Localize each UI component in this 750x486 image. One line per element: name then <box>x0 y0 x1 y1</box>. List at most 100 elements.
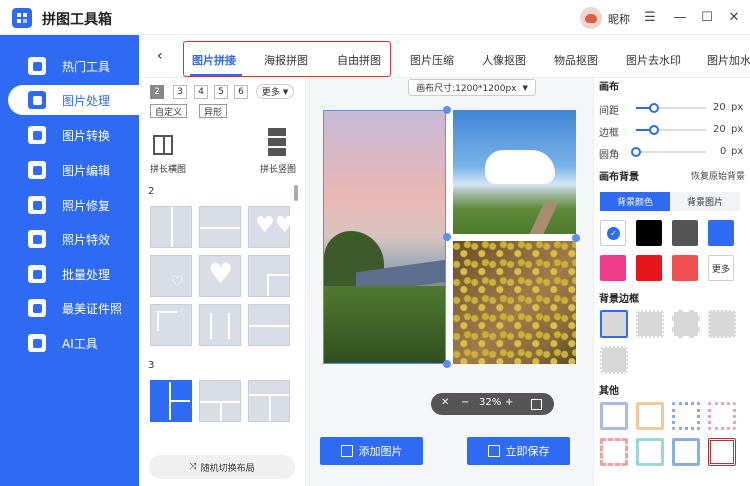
border-style-option[interactable] <box>636 310 664 338</box>
border-slider[interactable] <box>636 125 706 135</box>
frame-option[interactable] <box>636 402 664 430</box>
layout-template[interactable] <box>150 304 192 346</box>
resize-handle[interactable] <box>572 234 580 242</box>
count-5-button[interactable]: 5 <box>214 85 228 99</box>
user-avatar[interactable] <box>580 7 602 29</box>
layout-template[interactable] <box>248 255 290 297</box>
collage-canvas[interactable] <box>323 106 580 368</box>
layout-template[interactable] <box>248 304 290 346</box>
zoom-in-icon[interactable]: + <box>505 397 513 408</box>
frame-option[interactable] <box>708 402 736 430</box>
radius-unit: px <box>731 146 744 157</box>
more-counts-select[interactable]: 更多 ▼ <box>256 84 294 99</box>
sidebar-item-id-photo[interactable]: 最美证件照 <box>0 293 139 323</box>
actual-size-icon[interactable] <box>531 399 542 410</box>
tab-object-cutout[interactable]: 物品抠图 <box>554 52 598 68</box>
border-style-option[interactable] <box>600 346 628 374</box>
sidebar-item-hot-tools[interactable]: 热门工具 <box>0 51 139 81</box>
sidebar-item-image-edit[interactable]: 图片编辑 <box>0 155 139 185</box>
layout-template[interactable]: ♡ <box>150 255 192 297</box>
radius-slider[interactable] <box>631 147 706 157</box>
count-6-button[interactable]: 6 <box>234 85 248 99</box>
color-swatch-gray[interactable] <box>672 220 698 246</box>
color-swatch-pink[interactable] <box>600 255 626 281</box>
tab-add-watermark[interactable]: 图片加水 <box>707 52 750 68</box>
color-swatch-coral[interactable] <box>672 255 698 281</box>
photo-leaf-path[interactable] <box>453 241 576 364</box>
sidebar-item-batch[interactable]: 批量处理 <box>0 259 139 289</box>
color-swatch-white[interactable]: ✓ <box>600 220 626 246</box>
color-swatch-black[interactable] <box>636 220 662 246</box>
vertical-stitch-icon <box>268 148 286 156</box>
layout-template[interactable] <box>199 206 241 248</box>
irregular-button[interactable]: 异形 <box>199 104 228 118</box>
layout-scrollbar[interactable] <box>294 185 298 201</box>
photo-sunset-field[interactable] <box>323 110 446 364</box>
slider-knob[interactable] <box>649 103 659 113</box>
frame-option[interactable] <box>672 438 700 466</box>
menu-icon[interactable]: ☰ <box>640 6 660 28</box>
section-3-label: 3 <box>148 360 155 371</box>
frame-option[interactable] <box>672 402 700 430</box>
canvas-bg-title: 画布背景 <box>599 172 639 183</box>
frame-option[interactable] <box>708 438 736 466</box>
border-style-option[interactable] <box>708 310 736 338</box>
save-button[interactable]: 立即保存 <box>467 437 570 465</box>
maximize-icon[interactable]: ☐ <box>697 6 717 28</box>
slider-knob[interactable] <box>631 147 641 157</box>
resize-handle[interactable] <box>443 360 451 368</box>
tab-remove-watermark[interactable]: 图片去水印 <box>626 52 681 68</box>
slider-knob[interactable] <box>649 125 659 135</box>
layout-template-selected[interactable] <box>150 380 192 422</box>
layout-template[interactable]: ♥♥ <box>248 206 294 248</box>
fit-icon[interactable]: ✕ <box>441 397 449 408</box>
border-value: 20 <box>713 124 726 135</box>
border-style-option[interactable] <box>600 310 628 338</box>
reset-bg-link[interactable]: 恢复原始背景 <box>691 169 745 182</box>
sidebar-item-photo-effects[interactable]: 照片特效 <box>0 224 139 254</box>
slider-track <box>654 129 706 131</box>
color-swatch-red[interactable] <box>636 255 662 281</box>
layout-template[interactable] <box>199 380 241 422</box>
layout-template[interactable] <box>248 380 290 422</box>
count-3-button[interactable]: 3 <box>173 85 187 99</box>
tab-bg-color[interactable]: 背景颜色 <box>600 192 670 211</box>
layout-template[interactable] <box>150 206 192 248</box>
zoom-out-icon[interactable]: − <box>461 397 469 408</box>
tab-bg-image[interactable]: 背景图片 <box>670 192 740 211</box>
sidebar-item-image-processing[interactable]: 图片处理 <box>8 85 139 115</box>
sidebar-item-photo-repair[interactable]: 照片修复 <box>0 190 139 220</box>
custom-button[interactable]: 自定义 <box>150 104 188 118</box>
close-icon[interactable]: ✕ <box>724 6 744 28</box>
sidebar-item-image-convert[interactable]: 图片转换 <box>0 120 139 150</box>
tab-compress[interactable]: 图片压缩 <box>410 52 454 68</box>
layout-template[interactable] <box>199 304 241 346</box>
back-arrow-icon[interactable]: ‹ <box>157 48 163 64</box>
count-4-button[interactable]: 4 <box>194 85 208 99</box>
layout-template[interactable]: ♥ <box>199 255 241 297</box>
sidebar-item-label: 热门工具 <box>62 59 111 74</box>
sidebar-item-label: 照片修复 <box>62 198 111 213</box>
tab-portrait-cutout[interactable]: 人像抠图 <box>482 52 526 68</box>
canvas-size-select[interactable]: 画布尺寸:1200*1200px ▼ <box>408 79 536 96</box>
photo-blue-sky[interactable] <box>453 110 576 234</box>
title-bar: 拼图工具箱 昵称 ☰ — ☐ ✕ <box>0 0 750 35</box>
sidebar-item-ai-tools[interactable]: AI工具 <box>0 328 139 358</box>
more-colors-button[interactable]: 更多 <box>708 255 734 281</box>
frame-option[interactable] <box>600 402 628 430</box>
resize-handle[interactable] <box>443 233 451 241</box>
count-2-button[interactable]: 2 <box>150 85 164 99</box>
save-icon <box>487 445 500 457</box>
more-label: 更多 <box>261 88 280 98</box>
random-layout-button[interactable]: ⤨ 随机切换布局 <box>149 455 295 479</box>
minimize-icon[interactable]: — <box>670 6 690 28</box>
add-image-button[interactable]: 添加图片 <box>320 437 423 465</box>
color-swatch-blue[interactable] <box>708 220 734 246</box>
spacing-slider[interactable] <box>636 103 706 113</box>
frame-option[interactable] <box>636 438 664 466</box>
resize-handle[interactable] <box>443 106 451 114</box>
frame-option[interactable] <box>600 438 628 466</box>
user-nickname[interactable]: 昵称 <box>608 11 630 27</box>
app-title: 拼图工具箱 <box>42 12 112 28</box>
border-style-option[interactable] <box>672 310 700 338</box>
